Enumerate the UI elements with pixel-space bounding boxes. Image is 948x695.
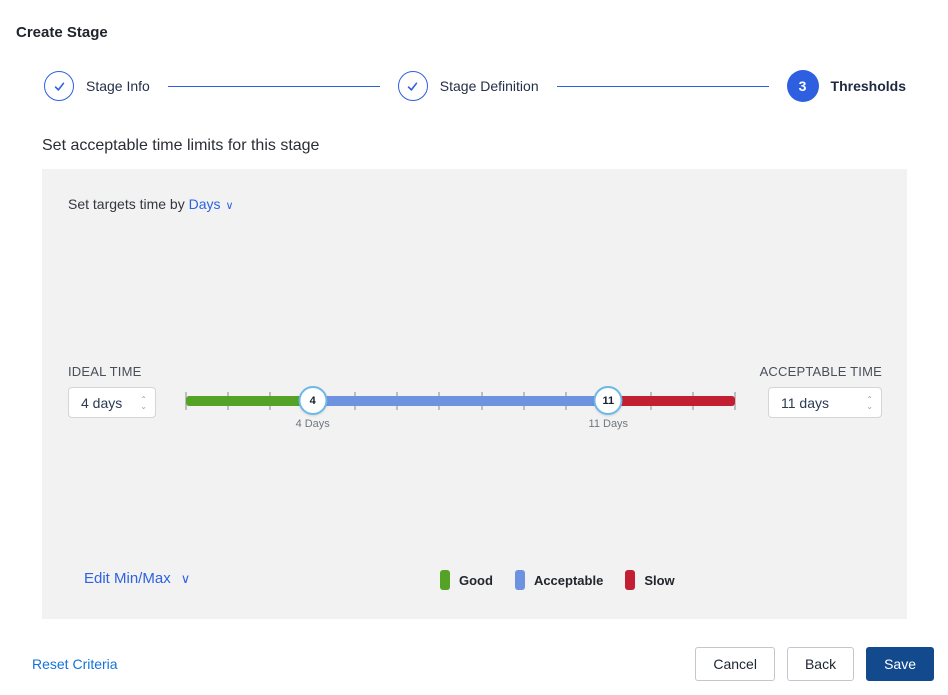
- ideal-time-value: 4 days: [81, 395, 140, 411]
- step-stage-definition[interactable]: Stage Definition: [398, 71, 539, 101]
- stepper-connector: [168, 86, 380, 87]
- step-thresholds[interactable]: 3 Thresholds: [787, 70, 906, 102]
- footer-buttons: Cancel Back Save: [695, 647, 934, 681]
- legend-item-good: Good: [440, 570, 493, 590]
- spinner-arrows-icon[interactable]: ⌃⌄: [140, 396, 147, 410]
- legend-item-acceptable: Acceptable: [515, 570, 603, 590]
- ideal-handle[interactable]: 4: [298, 386, 327, 415]
- save-button[interactable]: Save: [866, 647, 934, 681]
- slow-color-swatch: [625, 570, 635, 590]
- check-icon: [405, 79, 420, 94]
- legend-item-slow: Slow: [625, 570, 674, 590]
- cancel-button[interactable]: Cancel: [695, 647, 775, 681]
- wizard-stepper: Stage Info Stage Definition 3 Thresholds: [44, 69, 906, 103]
- reset-criteria-link[interactable]: Reset Criteria: [32, 656, 118, 672]
- step2-label: Stage Definition: [440, 78, 539, 94]
- target-time-row: Set targets time by Days∨: [68, 196, 234, 212]
- thresholds-panel: Set targets time by Days∨ IDEAL TIME 4 d…: [42, 169, 907, 619]
- step2-check-circle: [398, 71, 428, 101]
- target-unit-dropdown[interactable]: Days∨: [189, 196, 234, 212]
- back-button[interactable]: Back: [787, 647, 854, 681]
- chevron-down-icon: ∨: [226, 200, 234, 212]
- acceptable-time-input[interactable]: 11 days ⌃⌄: [768, 387, 882, 418]
- check-icon: [52, 79, 67, 94]
- page-title: Create Stage: [16, 24, 948, 41]
- footer-bar: Reset Criteria Cancel Back Save: [0, 647, 948, 681]
- step3-label: Thresholds: [831, 78, 906, 94]
- section-heading: Set acceptable time limits for this stag…: [42, 137, 948, 155]
- stepper-connector: [557, 86, 769, 87]
- acceptable-segment: [313, 396, 609, 406]
- acceptable-color-swatch: [515, 570, 525, 590]
- step1-label: Stage Info: [86, 78, 150, 94]
- ideal-handle-label: 4 Days: [296, 418, 330, 430]
- step1-check-circle: [44, 71, 74, 101]
- acceptable-handle-label: 11 Days: [589, 418, 629, 430]
- slider-legend: Good Acceptable Slow: [440, 570, 675, 590]
- chevron-down-icon: ∨: [181, 571, 191, 587]
- acceptable-time-value: 11 days: [781, 395, 866, 411]
- acceptable-handle[interactable]: 11: [594, 386, 623, 415]
- edit-minmax-link[interactable]: Edit Min/Max ∨: [84, 570, 190, 587]
- step3-number-circle: 3: [787, 70, 819, 102]
- ideal-time-input[interactable]: 4 days ⌃⌄: [68, 387, 156, 418]
- spinner-arrows-icon[interactable]: ⌃⌄: [866, 396, 873, 410]
- good-segment: [186, 396, 313, 406]
- threshold-slider[interactable]: 4 4 Days 11 11 Days: [186, 382, 735, 432]
- acceptable-time-label: ACCEPTABLE TIME: [760, 364, 882, 379]
- target-time-label: Set targets time by: [68, 196, 185, 212]
- slow-segment: [608, 396, 735, 406]
- ideal-time-label: IDEAL TIME: [68, 364, 142, 379]
- good-color-swatch: [440, 570, 450, 590]
- step-stage-info[interactable]: Stage Info: [44, 71, 150, 101]
